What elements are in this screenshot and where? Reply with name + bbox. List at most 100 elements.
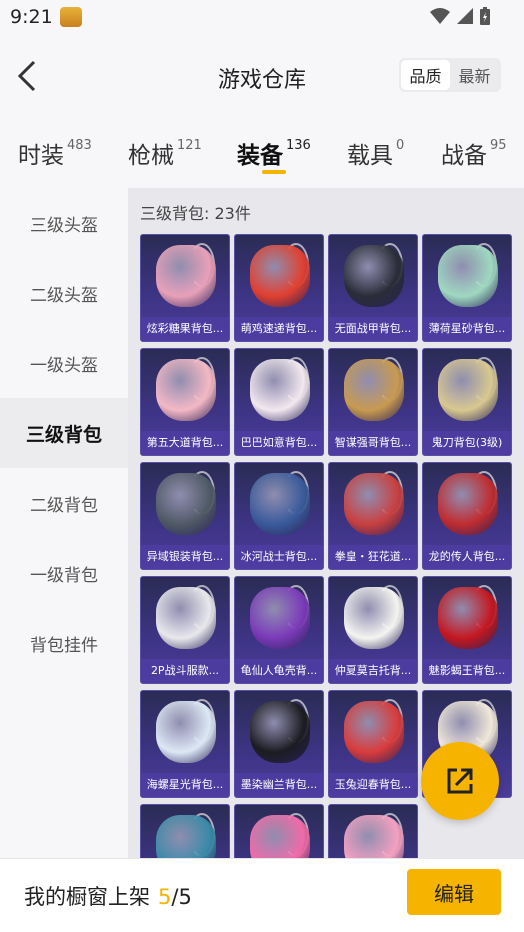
backpack-image [344,245,404,307]
tab-battle-prep[interactable]: 战备 95 [441,136,507,170]
status-bar: 9:21 [0,0,524,34]
tab-count: 0 [396,138,405,153]
item-name: 海螺星光背包... [141,773,229,797]
item-name: 萌鸡速递背包... [235,317,323,341]
item-card[interactable]: 魅影蝎王背包... [422,576,512,684]
backpack-image [250,701,310,763]
status-time: 9:21 [10,6,53,28]
tab-label: 时装 [18,143,64,169]
signal-icon [456,7,474,25]
sidebar: 三级头盔 二级头盔 一级头盔 三级背包 二级背包 一级背包 背包挂件 [0,188,128,858]
edit-button[interactable]: 编辑 [407,869,501,915]
app-notification-icon [60,7,82,27]
share-icon [447,768,473,794]
item-card[interactable]: 龟仙人龟壳背... [234,576,324,684]
sidebar-item-backpack-3[interactable]: 三级背包 [0,398,128,468]
sidebar-item-backpack-2[interactable]: 二级背包 [0,468,128,538]
item-name: 冰河战士背包... [235,545,323,569]
item-name: 薄荷星砂背包... [423,317,511,341]
tab-count: 136 [286,138,311,153]
category-tabs: 时装 483 枪械 121 装备 136 载具 0 战备 95 [0,118,524,188]
item-card[interactable]: 龙的传人背包... [422,462,512,570]
tab-vehicles[interactable]: 载具 0 [347,136,404,170]
active-tab-indicator [262,170,286,174]
backpack-image [250,587,310,649]
backpack-image [438,359,498,421]
item-card[interactable] [328,804,418,858]
item-name: 智谋强哥背包... [329,431,417,455]
backpack-image [156,359,216,421]
item-name: 魅影蝎王背包... [423,659,511,683]
tab-count: 121 [177,138,202,153]
backpack-image [438,245,498,307]
sidebar-item-backpack-1[interactable]: 一级背包 [0,538,128,608]
tab-label: 载具 [347,143,393,169]
sort-quality-button[interactable]: 品质 [401,60,450,90]
item-card[interactable] [234,804,324,858]
backpack-image [156,473,216,535]
backpack-image [156,701,216,763]
item-card[interactable] [140,804,230,858]
backpack-image [438,473,498,535]
item-name: 墨染幽兰背包... [235,773,323,797]
item-name: 炫彩糖果背包... [141,317,229,341]
sidebar-item-helmet-3[interactable]: 三级头盔 [0,188,128,258]
item-card[interactable]: 第五大道背包... [140,348,230,456]
tab-equipment[interactable]: 装备 136 [237,136,311,170]
item-card[interactable]: 智谋强哥背包... [328,348,418,456]
sidebar-item-backpack-charm[interactable]: 背包挂件 [0,608,128,678]
item-name: 异域银装背包... [141,545,229,569]
showcase-status: 我的橱窗上架 5/5 [24,881,192,911]
tab-label: 战备 [441,143,487,169]
backpack-image [344,473,404,535]
backpack-image [156,587,216,649]
backpack-image [438,587,498,649]
item-card[interactable]: 仲夏莫吉托背... [328,576,418,684]
showcase-label: 我的橱窗上架 [24,885,150,909]
item-card[interactable]: 冰河战士背包... [234,462,324,570]
item-name: 第五大道背包... [141,431,229,455]
item-name: 2P战斗服款... [141,659,229,683]
tab-count: 95 [490,138,507,153]
backpack-image [250,473,310,535]
backpack-image [250,359,310,421]
item-card[interactable]: 玉兔迎春背包... [328,690,418,798]
item-name: 龟仙人龟壳背... [235,659,323,683]
item-name: 龙的传人背包... [423,545,511,569]
share-button[interactable] [421,742,499,820]
sidebar-item-helmet-2[interactable]: 二级头盔 [0,258,128,328]
battery-icon [480,7,490,25]
item-name: 鬼刀背包(3级) [423,431,511,455]
backpack-image [344,359,404,421]
item-name: 巴巴如意背包... [235,431,323,455]
tab-label: 装备 [237,143,283,169]
item-card[interactable]: 鬼刀背包(3级) [422,348,512,456]
item-card[interactable]: 无面战甲背包... [328,234,418,342]
item-card[interactable]: 炫彩糖果背包... [140,234,230,342]
item-name: 仲夏莫吉托背... [329,659,417,683]
backpack-image [156,245,216,307]
section-title: 三级背包: 23件 [140,204,251,223]
sidebar-item-helmet-1[interactable]: 一级头盔 [0,328,128,398]
backpack-image [344,815,404,858]
item-card[interactable]: 海螺星光背包... [140,690,230,798]
tab-fashion[interactable]: 时装 483 [18,136,92,170]
item-card[interactable]: 拳皇・狂花道... [328,462,418,570]
item-card[interactable]: 2P战斗服款... [140,576,230,684]
backpack-image [344,587,404,649]
sort-latest-button[interactable]: 最新 [450,60,499,90]
item-card[interactable]: 巴巴如意背包... [234,348,324,456]
item-card[interactable]: 薄荷星砂背包... [422,234,512,342]
item-name: 玉兔迎春背包... [329,773,417,797]
item-name: 拳皇・狂花道... [329,545,417,569]
item-name: 无面战甲背包... [329,317,417,341]
backpack-image [156,815,216,858]
item-card[interactable]: 异域银装背包... [140,462,230,570]
item-card[interactable]: 萌鸡速递背包... [234,234,324,342]
item-card[interactable]: 墨染幽兰背包... [234,690,324,798]
tab-count: 483 [67,138,92,153]
wifi-icon [430,7,450,25]
backpack-image [344,701,404,763]
tab-guns[interactable]: 枪械 121 [128,136,202,170]
backpack-image [250,815,310,858]
